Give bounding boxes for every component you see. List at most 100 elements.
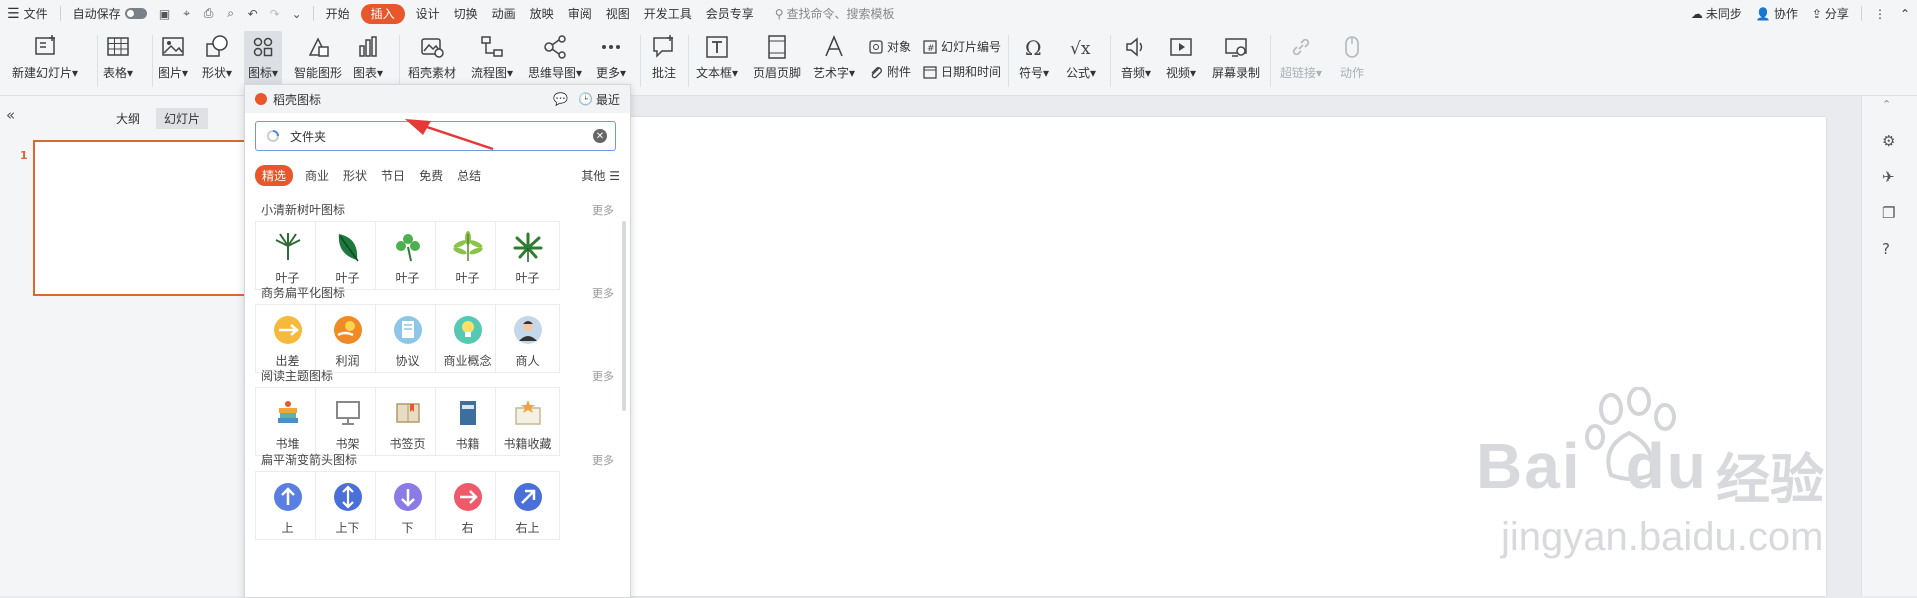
icon-tile[interactable]: 叶子 — [375, 221, 440, 290]
shape-button[interactable]: 形状▾ — [202, 33, 232, 81]
file-menu[interactable]: ☰ 文件 — [0, 0, 55, 27]
tab-design[interactable]: 设计 — [409, 0, 447, 27]
watermark-url: jingyan.baidu.com — [1501, 515, 1824, 559]
share-icon: ⇪ — [1811, 6, 1822, 21]
icon-button[interactable]: 图标▾ — [244, 31, 283, 89]
wordart-button[interactable]: 艺术字▾ — [813, 33, 855, 81]
redo-icon[interactable]: ↷ — [267, 7, 283, 21]
icon-tile[interactable]: 上下 — [315, 471, 380, 540]
icon-tile[interactable]: 叶子 — [315, 221, 380, 290]
tab-slides[interactable]: 幻灯片 — [156, 108, 209, 129]
section-more-link[interactable]: 更多 — [592, 368, 614, 384]
header-footer-button[interactable]: 页眉页脚 — [753, 33, 801, 81]
sync-button[interactable]: ☁ 未同步 — [1684, 0, 1749, 27]
icon-tile[interactable]: 叶子 — [435, 221, 500, 290]
icon-tile[interactable]: 叶子 — [255, 221, 320, 290]
icon-tile[interactable]: 书籍 — [435, 387, 500, 456]
tab-animation[interactable]: 动画 — [485, 0, 523, 27]
clear-search-icon[interactable]: ✕ — [593, 129, 607, 143]
tab-developer[interactable]: 开发工具 — [637, 0, 699, 27]
video-button[interactable]: 视频▾ — [1166, 33, 1196, 81]
more-options-icon[interactable]: ⋮ — [1867, 0, 1893, 27]
icon-tile[interactable]: 书架 — [315, 387, 380, 456]
tab-outline[interactable]: 大纲 — [108, 108, 148, 129]
icon-tile[interactable]: 商业概念 — [435, 304, 500, 373]
save-icon[interactable]: ▣ — [157, 7, 173, 21]
slide-thumbnail[interactable] — [33, 140, 247, 296]
icon-tile[interactable]: 下 — [375, 471, 440, 540]
attachment-button[interactable]: 附件 — [868, 63, 911, 80]
collapse-pane-icon[interactable]: « — [6, 106, 15, 124]
icon-tile[interactable]: 书签页 — [375, 387, 440, 456]
slide-number-button[interactable]: # 幻灯片编号 — [922, 38, 1001, 55]
icon-tile[interactable]: 书堆 — [255, 387, 320, 456]
icon-tile[interactable]: 上 — [255, 471, 320, 540]
feedback-icon[interactable]: 💬 — [553, 92, 568, 106]
new-slide-button[interactable]: 新建幻灯片▾ — [12, 33, 78, 81]
comments-panel-icon[interactable]: ❐ — [1882, 204, 1895, 222]
tab-member[interactable]: 会员专享 — [699, 0, 761, 27]
hyperlink-button[interactable]: 超链接▾ — [1280, 33, 1322, 81]
format-painter-icon[interactable]: ⌖ — [179, 6, 195, 21]
category-summary[interactable]: 总结 — [457, 167, 481, 184]
undo-icon[interactable]: ↶ — [245, 7, 261, 21]
autosave-toggle[interactable]: 自动保存 — [66, 0, 154, 27]
table-button[interactable]: 表格▾ — [103, 33, 133, 81]
properties-icon[interactable]: ⚙ — [1882, 132, 1895, 150]
section-more-link[interactable]: 更多 — [592, 202, 614, 218]
category-holiday[interactable]: 节日 — [381, 167, 405, 184]
collapse-sidebar-icon[interactable]: ⌃ — [1882, 98, 1891, 111]
tab-home[interactable]: 开始 — [319, 0, 357, 27]
icon-tile[interactable]: 出差 — [255, 304, 320, 373]
formula-button[interactable]: √x 公式▾ — [1066, 33, 1096, 81]
textbox-button[interactable]: 文本框▾ — [696, 33, 738, 81]
tab-review[interactable]: 审阅 — [561, 0, 599, 27]
category-shape[interactable]: 形状 — [343, 167, 367, 184]
slide-canvas[interactable]: Bai du 经验 jingyan.baidu.com — [606, 117, 1826, 596]
screen-record-button[interactable]: 屏幕录制 — [1212, 33, 1260, 81]
material-button[interactable]: 稻壳素材 — [408, 33, 456, 81]
icon-tile[interactable]: 协议 — [375, 304, 440, 373]
chart-button[interactable]: 图表▾ — [353, 33, 383, 81]
icon-tile[interactable]: 书籍收藏 — [495, 387, 560, 456]
profit-icon — [333, 316, 362, 344]
customize-quickaccess-icon[interactable]: ⌄ — [289, 7, 305, 21]
more-button[interactable]: 更多▾ — [596, 33, 626, 81]
print-icon[interactable]: ⎙ — [201, 6, 217, 21]
mindmap-button[interactable]: 思维导图▾ — [528, 33, 582, 81]
tab-view[interactable]: 视图 — [599, 0, 637, 27]
tab-insert[interactable]: 插入 — [360, 3, 405, 24]
category-other[interactable]: 其他 ☰ — [581, 167, 620, 184]
icon-tile[interactable]: 右 — [435, 471, 500, 540]
print-preview-icon[interactable]: ⌕ — [223, 6, 239, 21]
section-more-link[interactable]: 更多 — [592, 452, 614, 468]
help-icon[interactable]: ? — [1882, 240, 1890, 258]
flowchart-button[interactable]: 流程图▾ — [471, 33, 513, 81]
collapse-ribbon-icon[interactable]: ⌃ — [1893, 0, 1917, 27]
category-business[interactable]: 商业 — [305, 167, 329, 184]
popup-scrollbar[interactable] — [622, 221, 626, 411]
tab-transition[interactable]: 切换 — [447, 0, 485, 27]
category-free[interactable]: 免费 — [419, 167, 443, 184]
section-more-link[interactable]: 更多 — [592, 285, 614, 301]
tab-slideshow[interactable]: 放映 — [523, 0, 561, 27]
collab-button[interactable]: 👤 协作 — [1749, 0, 1805, 27]
icon-tile[interactable]: 右上 — [495, 471, 560, 540]
recent-link[interactable]: 最近 — [596, 91, 620, 108]
icon-tile[interactable]: 商人 — [495, 304, 560, 373]
smartart-button[interactable]: 智能图形 — [294, 33, 342, 81]
icon-tile[interactable]: 叶子 — [495, 221, 560, 290]
datetime-button[interactable]: 日期和时间 — [922, 63, 1001, 80]
comment-button[interactable]: 批注 — [650, 33, 678, 81]
more-dots-icon — [602, 45, 621, 49]
share-button[interactable]: ⇪ 分享 — [1805, 0, 1856, 27]
object-button[interactable]: 对象 — [868, 38, 911, 55]
category-featured[interactable]: 精选 — [255, 165, 294, 186]
picture-button[interactable]: 图片▾ — [158, 33, 188, 81]
pin-icon[interactable]: ✈ — [1882, 168, 1895, 186]
symbol-button[interactable]: Ω 符号▾ — [1019, 33, 1049, 81]
action-button[interactable]: 动作 — [1338, 33, 1366, 81]
command-search[interactable]: ⚲ 查找命令、搜索模板 — [769, 5, 901, 22]
audio-button[interactable]: 音频▾ — [1121, 33, 1151, 81]
icon-tile[interactable]: 利润 — [315, 304, 380, 373]
